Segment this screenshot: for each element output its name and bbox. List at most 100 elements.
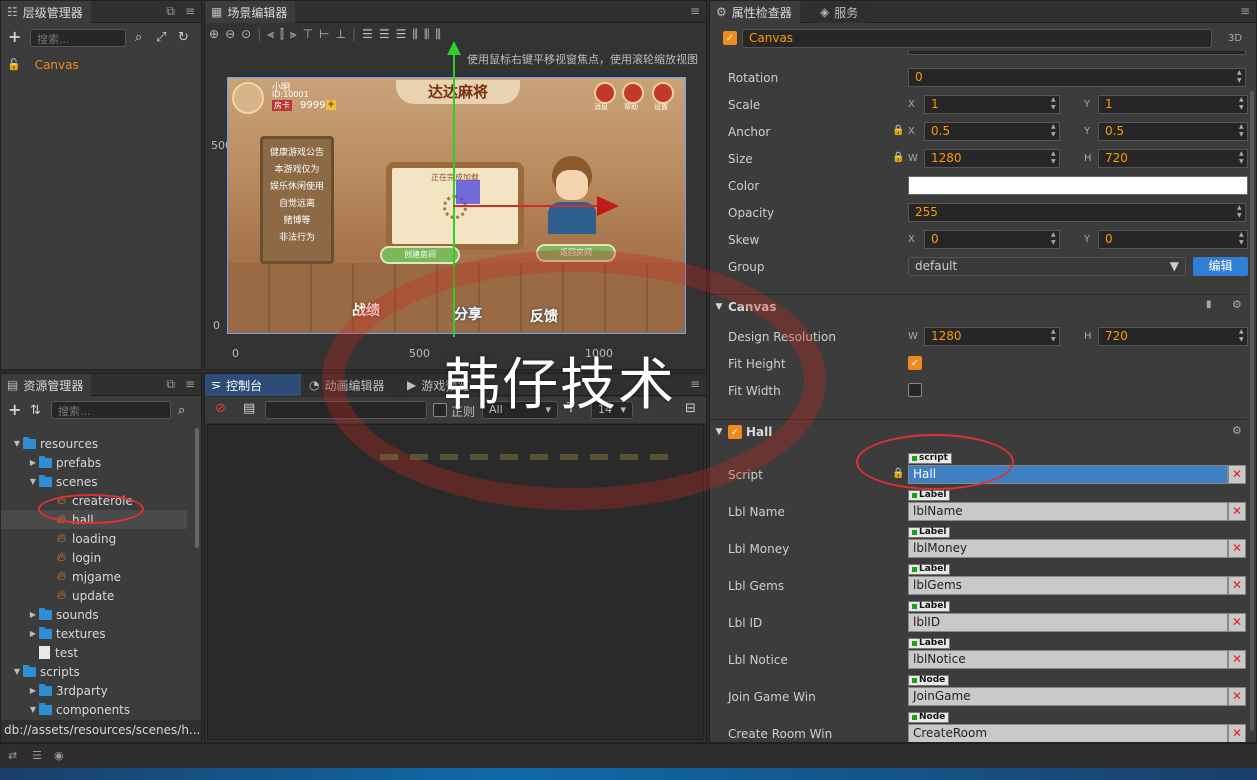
collapsed-arrow-icon[interactable]: ▶ — [27, 610, 39, 619]
clear-console-icon[interactable]: ⊘ — [215, 401, 226, 417]
collapsed-arrow-icon[interactable]: ▶ — [27, 458, 39, 467]
distribute-top-icon[interactable]: ☰ — [362, 27, 373, 41]
align-left-icon[interactable]: ⫷ — [267, 27, 274, 42]
tab-scene-editor[interactable]: ▦ 场景编辑器 — [205, 1, 296, 23]
maximize-icon[interactable]: ⧉ — [166, 4, 175, 19]
tab-console[interactable]: ⋝ 控制台 — [205, 374, 301, 396]
menu-icon[interactable]: ≡ — [690, 377, 700, 391]
skew-x-field[interactable]: 0 — [924, 230, 1060, 249]
align-bottom-icon[interactable]: ⊥ — [336, 27, 346, 41]
reference-field[interactable]: lblMoney — [908, 539, 1228, 558]
collapsed-arrow-icon[interactable]: ▶ — [27, 629, 39, 638]
canvas-component-header[interactable]: ▼ Canvas — [710, 294, 1246, 318]
tab-inspector[interactable]: ⚙ 属性检查器 — [710, 1, 800, 23]
rotation-field[interactable]: 0 — [908, 68, 1246, 87]
hierarchy-node-canvas[interactable]: 🔓 Canvas — [7, 55, 195, 74]
lock-icon[interactable]: 🔒 — [892, 125, 904, 136]
zoom-in-icon[interactable]: ⊕ — [209, 27, 219, 41]
clear-reference-button[interactable]: ✕ — [1228, 724, 1246, 742]
design-height-field[interactable]: 720 — [1098, 327, 1248, 346]
distribute-bottom-icon[interactable]: ☰ — [396, 27, 407, 41]
expanded-arrow-icon[interactable]: ▼ — [27, 477, 39, 486]
regex-checkbox[interactable] — [433, 403, 447, 417]
hall-enabled-checkbox[interactable]: ✓ — [728, 424, 742, 439]
assets-scrollbar[interactable] — [195, 428, 199, 548]
collapsed-arrow-icon[interactable]: ▶ — [27, 686, 39, 695]
database-icon[interactable]: ☰ — [32, 749, 42, 762]
unlock-icon[interactable]: 🔓 — [7, 58, 21, 71]
gear-icon[interactable]: ⚙ — [1232, 298, 1242, 311]
node-name-input[interactable]: Canvas — [742, 29, 1212, 48]
tab-hierarchy[interactable]: ☷ 层级管理器 — [1, 1, 91, 23]
asset-item[interactable]: 🔥︎ loading — [1, 529, 187, 548]
maximize-icon[interactable]: ⧉ — [166, 377, 175, 392]
zoom-reset-icon[interactable]: ⊙ — [241, 27, 251, 41]
menu-icon[interactable]: ≡ — [185, 377, 195, 392]
open-log-icon[interactable]: ▤ — [243, 401, 255, 417]
align-vcenter-icon[interactable]: ⊢ — [319, 27, 329, 41]
clear-reference-button[interactable]: ✕ — [1228, 687, 1246, 706]
search-icon[interactable]: ⌕ — [178, 403, 185, 419]
clear-reference-button[interactable]: ✕ — [1228, 613, 1246, 632]
expanded-arrow-icon[interactable]: ▼ — [11, 439, 23, 448]
menu-icon[interactable]: ≡ — [185, 4, 195, 19]
distribute-left-icon[interactable]: ⫼ — [412, 27, 418, 42]
tab-game-preview[interactable]: ▶ 游戏预览 — [401, 374, 497, 396]
sort-icon[interactable]: ⇅ — [30, 403, 41, 419]
align-top-icon[interactable]: ⊤ — [303, 27, 313, 41]
tab-assets[interactable]: ▤ 资源管理器 — [1, 374, 92, 396]
eye-icon[interactable]: ◉ — [54, 749, 64, 762]
distribute-center-icon[interactable]: ⫼ — [424, 27, 430, 42]
clear-reference-button[interactable]: ✕ — [1228, 576, 1246, 595]
asset-item[interactable]: 🔥︎ login — [1, 548, 187, 567]
font-size-select[interactable]: 14 ▾ — [591, 401, 633, 419]
collapse-icon[interactable]: ⊟ — [685, 401, 696, 417]
design-width-field[interactable]: 1280 — [924, 327, 1060, 346]
tab-services[interactable]: ◈ 服务 — [814, 1, 867, 23]
scale-x-field[interactable]: 1 — [924, 95, 1060, 114]
reference-field[interactable]: lblNotice — [908, 650, 1228, 669]
asset-item[interactable]: ▶ 3rdparty — [1, 681, 187, 700]
anchor-y-field[interactable]: 0.5 — [1098, 122, 1248, 141]
add-node-button[interactable]: + — [8, 29, 21, 45]
refresh-icon[interactable]: ↻ — [178, 30, 189, 46]
clear-reference-button[interactable]: ✕ — [1228, 539, 1246, 558]
zoom-out-icon[interactable]: ⊖ — [225, 27, 235, 41]
size-h-field[interactable]: 720 — [1098, 149, 1248, 168]
tab-animation-editor[interactable]: ◔ 动画编辑器 — [303, 374, 399, 396]
expanded-arrow-icon[interactable]: ▼ — [27, 705, 39, 714]
node-active-checkbox[interactable]: ✓ — [723, 31, 737, 45]
expand-icon[interactable]: ⤢ — [156, 30, 166, 46]
scale-y-field[interactable]: 1 — [1098, 95, 1248, 114]
add-asset-button[interactable]: + — [8, 402, 21, 418]
asset-item[interactable]: 🔥︎ mjgame — [1, 567, 187, 586]
sync-icon[interactable]: ⇄ — [8, 749, 17, 762]
asset-item[interactable]: 🔥︎ update — [1, 586, 187, 605]
reference-field[interactable]: CreateRoom — [908, 724, 1228, 742]
distribute-right-icon[interactable]: ⫼ — [435, 27, 441, 42]
anchor-x-field[interactable]: 0.5 — [924, 122, 1060, 141]
reference-field[interactable]: lblGems — [908, 576, 1228, 595]
book-icon[interactable]: ▮ — [1206, 299, 1212, 310]
expanded-arrow-icon[interactable]: ▼ — [11, 667, 23, 676]
menu-icon[interactable]: ≡ — [690, 4, 700, 18]
inspector-scrollbar[interactable] — [1250, 91, 1254, 731]
skew-y-field[interactable]: 0 — [1098, 230, 1248, 249]
asset-item[interactable]: ▼ components — [1, 700, 187, 718]
asset-item[interactable]: 🔥︎ hall — [1, 510, 187, 529]
asset-item[interactable]: ▼ scenes — [1, 472, 187, 491]
reference-field[interactable]: JoinGame — [908, 687, 1228, 706]
fit-height-checkbox[interactable]: ✓ — [908, 356, 922, 370]
color-swatch[interactable] — [908, 176, 1248, 195]
group-select[interactable]: default ▼ — [908, 257, 1186, 276]
asset-item[interactable]: ▶ sounds — [1, 605, 187, 624]
reference-field[interactable]: lblID — [908, 613, 1228, 632]
edit-group-button[interactable]: 编辑 — [1193, 257, 1248, 276]
size-w-field[interactable]: 1280 — [924, 149, 1060, 168]
reference-field[interactable]: lblName — [908, 502, 1228, 521]
search-icon[interactable]: ⌕ — [135, 30, 142, 46]
asset-item[interactable]: ▶ prefabs — [1, 453, 187, 472]
clear-reference-button[interactable]: ✕ — [1228, 465, 1246, 484]
opacity-field[interactable]: 255 — [908, 203, 1246, 222]
asset-item[interactable]: 🔥︎ createrole — [1, 491, 187, 510]
